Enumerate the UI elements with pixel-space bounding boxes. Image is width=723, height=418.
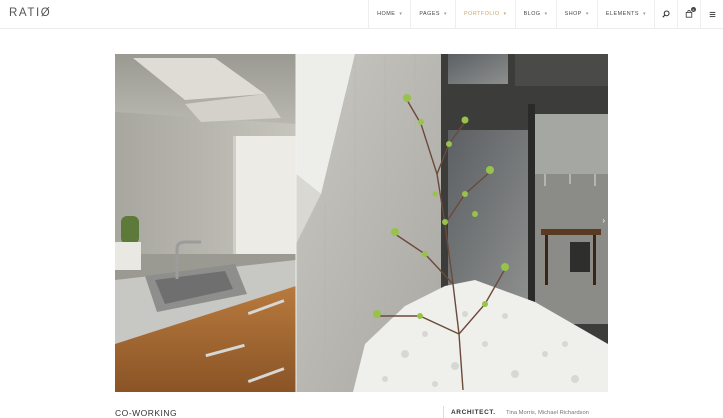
gallery-image [115, 54, 608, 392]
cart-count-badge: 0 [691, 7, 696, 12]
cart-icon[interactable]: 0 [677, 0, 700, 28]
nav-item-elements[interactable]: ELEMENTS ▾ [596, 0, 654, 28]
chevron-down-icon: ▾ [585, 11, 589, 17]
search-icon[interactable] [654, 0, 677, 28]
nav-label: ELEMENTS [605, 11, 639, 17]
chevron-down-icon: ▾ [399, 11, 403, 17]
chevron-down-icon: ▾ [544, 11, 548, 17]
project-gallery[interactable]: › [115, 54, 608, 392]
project-title: CO-WORKING [115, 408, 178, 418]
meta-value-architect: Tina Morris, Michael Richardson [506, 410, 589, 416]
nav-item-home[interactable]: HOME ▾ [368, 0, 410, 28]
nav-label: PORTFOLIO [464, 11, 500, 17]
site-header: RATIØ HOME ▾ PAGES ▾ PORTFOLIO ▾ BLOG ▾ … [0, 0, 723, 29]
main-nav: HOME ▾ PAGES ▾ PORTFOLIO ▾ BLOG ▾ SHOP ▾… [368, 0, 723, 28]
nav-item-blog[interactable]: BLOG ▾ [514, 0, 556, 28]
nav-item-pages[interactable]: PAGES ▾ [410, 0, 455, 28]
meta-label-architect: ARCHITECT. [451, 409, 496, 416]
chevron-down-icon: ▾ [444, 11, 448, 17]
nav-item-portfolio[interactable]: PORTFOLIO ▾ [455, 0, 515, 28]
menu-icon[interactable] [700, 0, 723, 28]
chevron-down-icon: ▾ [503, 11, 507, 17]
nav-item-shop[interactable]: SHOP ▾ [555, 0, 597, 28]
nav-label: HOME [377, 11, 396, 17]
nav-label: SHOP [564, 11, 582, 17]
nav-label: BLOG [523, 11, 541, 17]
nav-label: PAGES [419, 11, 441, 17]
chevron-right-icon[interactable]: › [602, 216, 605, 225]
meta-divider [443, 406, 444, 418]
site-logo[interactable]: RATIØ [9, 7, 51, 19]
chevron-down-icon: ▾ [642, 11, 646, 17]
